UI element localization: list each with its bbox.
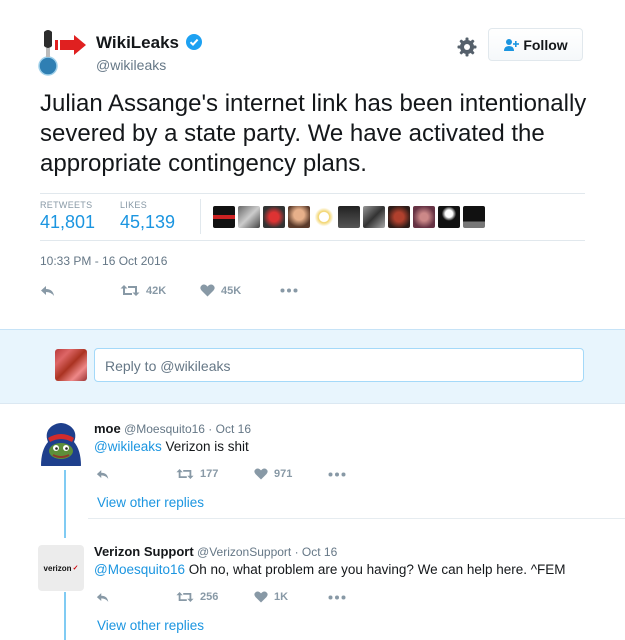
divider <box>40 193 585 194</box>
retweets-stat[interactable]: RETWEETS 41,801 <box>40 200 95 233</box>
reply-author-meta[interactable]: @Moesquito16 · Oct 16 <box>124 422 251 436</box>
liker-avatar[interactable] <box>338 206 360 228</box>
liker-avatar[interactable] <box>438 206 460 228</box>
reply-icon <box>96 592 109 602</box>
reply-button[interactable] <box>96 592 176 603</box>
reply-mention[interactable]: @wikileaks <box>94 439 162 454</box>
tweet-timestamp[interactable]: 10:33 PM - 16 Oct 2016 <box>40 254 167 268</box>
retweet-count: 42K <box>146 284 167 297</box>
follow-label: Follow <box>523 36 568 53</box>
verified-badge-icon <box>186 34 203 50</box>
liker-avatar[interactable] <box>263 206 285 228</box>
liker-avatar[interactable] <box>388 206 410 228</box>
view-other-replies-link[interactable]: View other replies <box>97 618 204 633</box>
like-count: 1K <box>274 591 289 603</box>
add-user-icon <box>504 38 520 51</box>
wikileaks-avatar[interactable] <box>38 26 90 76</box>
tweet-actions: 42K 45K <box>40 284 298 297</box>
likers-avatars <box>213 206 485 228</box>
reply-author-name[interactable]: moe <box>94 421 121 436</box>
like-count: 45K <box>221 284 242 297</box>
thread-connector-line <box>64 592 66 640</box>
current-user-avatar <box>55 349 87 381</box>
reply-icon <box>96 469 109 479</box>
retweets-label: RETWEETS <box>40 200 93 210</box>
verizon-logo-text: verizon <box>43 563 72 573</box>
divider <box>88 518 625 519</box>
more-dots-icon <box>328 595 346 599</box>
retweet-count: 256 <box>200 591 219 603</box>
reply-text: @wikileaks Verizon is shit <box>94 439 249 454</box>
pepe-avatar-image <box>38 420 84 466</box>
more-button[interactable] <box>328 472 346 477</box>
reply-author-avatar[interactable]: verizon ✓ <box>38 545 84 591</box>
author-block: WikiLeaks @wikileaks <box>96 33 203 73</box>
reply-author-avatar[interactable] <box>38 420 84 466</box>
liker-avatar[interactable] <box>313 206 335 228</box>
heart-icon <box>200 284 215 297</box>
liker-avatar[interactable] <box>463 206 485 228</box>
likes-value: 45,139 <box>120 212 176 232</box>
more-button[interactable] <box>280 288 298 293</box>
retweet-button[interactable]: 177 <box>176 468 254 480</box>
like-button[interactable]: 45K <box>200 284 280 297</box>
retweet-icon <box>176 592 194 602</box>
like-button[interactable]: 971 <box>254 468 328 480</box>
likes-label: LIKES <box>120 200 148 210</box>
reply-icon <box>41 285 54 296</box>
reply-author-meta[interactable]: @VerizonSupport · Oct 16 <box>197 545 337 559</box>
author-handle[interactable]: @wikileaks <box>96 57 202 73</box>
retweets-value: 41,801 <box>40 212 96 232</box>
verizon-check-mark: ✓ <box>72 565 79 572</box>
liker-avatar[interactable] <box>363 206 385 228</box>
thread-connector-line <box>64 470 66 538</box>
reply-body: Oh no, what problem are you having? We c… <box>185 562 566 577</box>
liker-avatar[interactable] <box>213 206 235 228</box>
more-dots-icon <box>328 472 346 476</box>
more-button[interactable] <box>328 595 346 600</box>
reply-header: moe @Moesquito16 · Oct 16 <box>94 421 251 436</box>
like-button[interactable]: 1K <box>254 591 328 603</box>
follow-button[interactable]: Follow <box>488 28 583 61</box>
more-dots-icon <box>280 288 298 293</box>
retweet-count: 177 <box>200 468 219 480</box>
likes-stat[interactable]: LIKES 45,139 <box>120 200 175 233</box>
retweet-icon <box>176 469 194 479</box>
view-other-replies-link[interactable]: View other replies <box>97 495 204 510</box>
retweet-icon <box>120 285 140 296</box>
author-name[interactable]: WikiLeaks <box>96 33 179 52</box>
retweet-button[interactable]: 42K <box>120 284 200 297</box>
reply-actions: 177 971 <box>96 468 346 480</box>
tweet-card: WikiLeaks @wikileaks Follow Julian Assan… <box>0 0 625 640</box>
reply-button[interactable] <box>40 285 120 297</box>
divider <box>40 240 585 241</box>
reply-input[interactable]: Reply to @wikileaks <box>94 348 584 382</box>
heart-icon <box>254 591 268 603</box>
liker-avatar[interactable] <box>288 206 310 228</box>
liker-avatar[interactable] <box>238 206 260 228</box>
liker-avatar[interactable] <box>413 206 435 228</box>
reply-author-name[interactable]: Verizon Support <box>94 544 194 559</box>
reply-actions: 256 1K <box>96 591 346 603</box>
heart-icon <box>254 468 268 480</box>
tweet-text: Julian Assange's internet link has been … <box>40 90 587 177</box>
retweet-button[interactable]: 256 <box>176 591 254 603</box>
gear-icon[interactable] <box>456 36 478 58</box>
reply-mention[interactable]: @Moesquito16 <box>94 562 185 577</box>
divider <box>200 199 201 234</box>
reply-body: Verizon is shit <box>161 439 249 454</box>
reply-text: @Moesquito16 Oh no, what problem are you… <box>94 562 566 577</box>
reply-header: Verizon Support @VerizonSupport · Oct 16 <box>94 544 337 559</box>
reply-button[interactable] <box>96 469 176 480</box>
like-count: 971 <box>274 468 293 480</box>
